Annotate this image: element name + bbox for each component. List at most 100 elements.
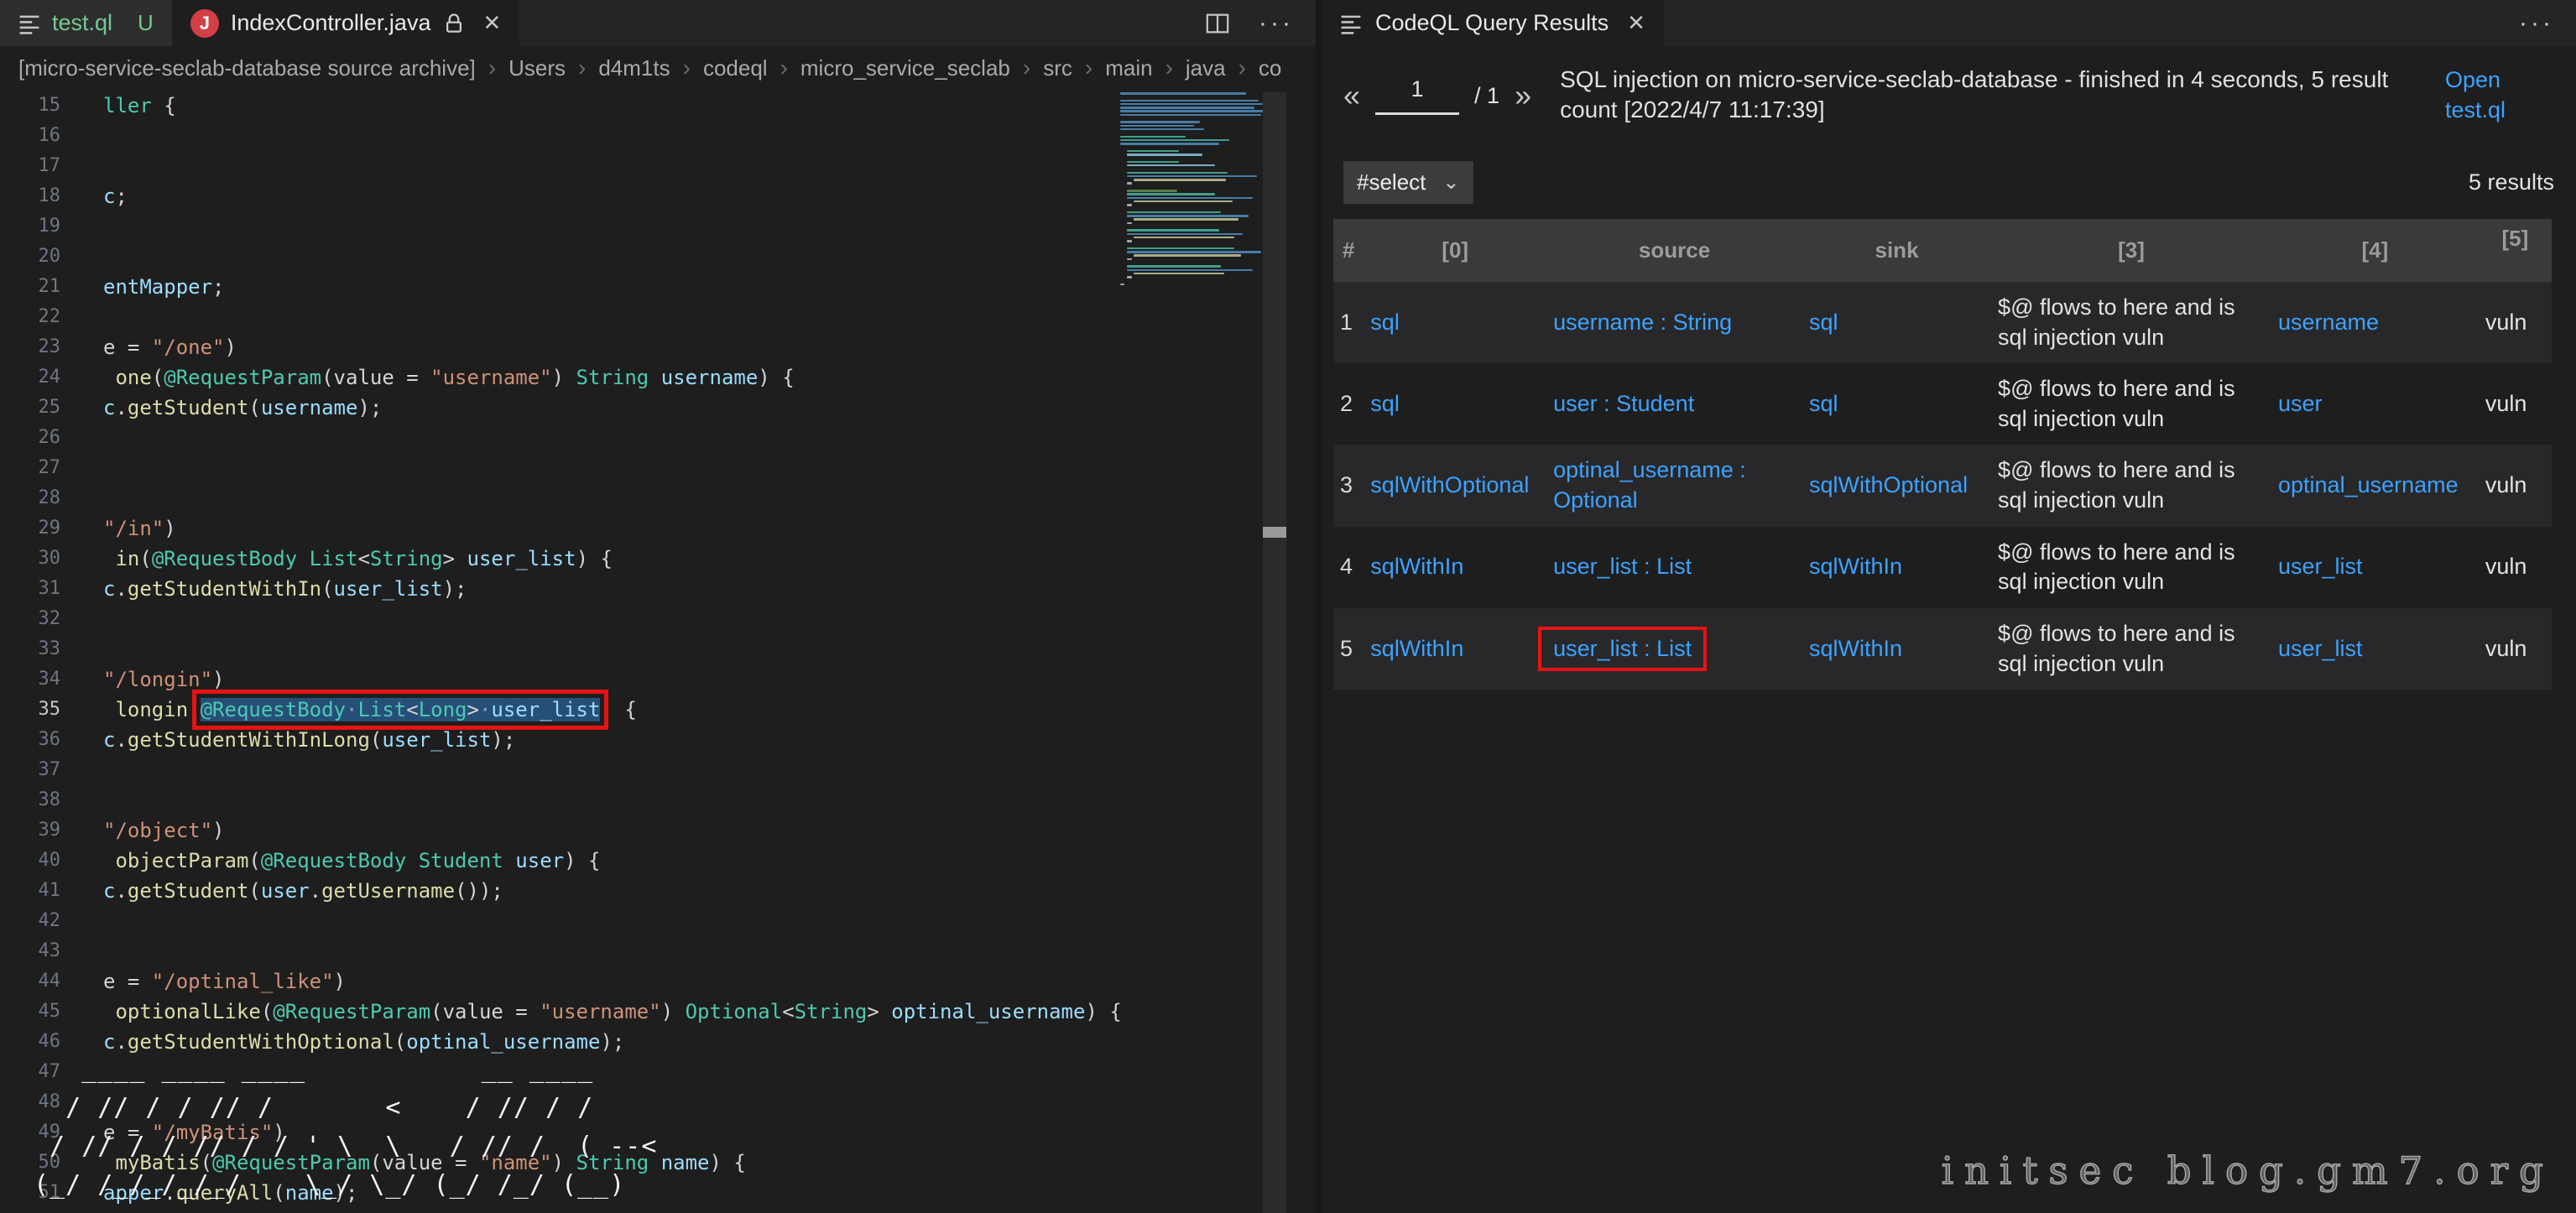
result-location-link[interactable]: username [2278,310,2379,335]
code-token: String [576,1151,649,1174]
minimap-line [1127,233,1243,236]
result-location-link[interactable]: sql [1370,310,1400,335]
tab-test-ql[interactable]: test.ql U [0,0,172,46]
tab-codeql-query-results[interactable]: CodeQL Query Results ✕ [1322,0,1664,46]
open-test-ql-link[interactable]: Open test.ql [2445,65,2554,126]
code-line: 46c.getStudentWithOptional(optinal_usern… [0,1027,1316,1057]
code-token: ); [600,1030,624,1054]
code-token: Long [419,698,467,721]
code-token: ; [212,275,224,299]
breadcrumb-separator-icon: › [488,55,496,81]
code-line: 41c.getStudent(user.getUsername()); [0,876,1316,906]
code-token: @RequestBody [201,698,346,721]
result-location-link[interactable]: user : Student [1553,391,1694,416]
code-token: ); [357,396,382,419]
row-number: 3 [1340,472,1353,497]
code-token: optionalLike [103,1000,261,1023]
code-line: 16 [0,121,1316,151]
code-token: ) [334,970,346,993]
code-token: value = [382,1151,479,1174]
minimap-line [1127,215,1249,217]
code-token: value = [443,1000,540,1023]
code-editor[interactable]: 15ller {161718c;192021entMapper;2223e = … [0,91,1316,1208]
result-location-link[interactable]: sql [1370,391,1400,416]
code-token: ) { [1085,1000,1121,1023]
breadcrumb-item[interactable]: Users [508,55,566,81]
result-location-link[interactable]: sqlWithOptional [1370,472,1529,497]
minimap-line [1127,269,1253,272]
minimap-line [1134,273,1224,275]
breadcrumb-separator-icon: › [1165,55,1173,81]
code-token: "/one" [152,336,225,359]
list-icon [1340,13,1362,34]
breadcrumb-item[interactable]: co [1259,55,1281,81]
minimap-line [1134,179,1226,181]
result-location-link[interactable]: user [2278,391,2323,416]
code-token: ); [443,577,467,601]
code-token: . [115,577,127,601]
tab-label: IndexController.java [231,10,431,36]
code-token: value = [334,366,431,389]
result-location-link[interactable]: sql [1809,310,1838,335]
more-actions-icon[interactable]: ··· [1259,9,1294,38]
code-token: queryAll [176,1181,274,1205]
close-icon[interactable]: ✕ [482,10,501,36]
close-icon[interactable]: ✕ [1627,10,1645,36]
result-location-link[interactable]: optinal_username : Optional [1553,457,1746,513]
table-row: 3 sqlWithOptional optinal_username : Optio… [1333,445,2552,526]
code-token: getUsername [321,879,455,903]
minimap-line [1127,251,1261,253]
code-token: "/optinal_like" [152,970,334,993]
breadcrumb-item[interactable]: micro_service_seclab [800,55,1010,81]
row-number: 1 [1340,310,1353,335]
page-number-input[interactable]: 1 [1375,76,1459,115]
breadcrumb: [micro-service-seclab-database source ar… [0,46,1316,90]
code-token: ) [225,336,237,359]
next-page-button[interactable]: » [1515,81,1531,111]
result-location-link[interactable]: user_list [2278,636,2363,661]
result-location-link[interactable]: user_list : List [1553,636,1692,661]
result-location-link[interactable]: sqlWithIn [1809,636,1902,661]
result-location-link[interactable]: optinal_username [2278,472,2459,497]
result-location-link[interactable]: sqlWithIn [1809,554,1902,579]
result-location-link[interactable]: sql [1809,391,1838,416]
code-token: user_list [467,547,576,570]
minimap-line [1127,182,1132,185]
code-token: List [310,547,358,570]
prev-page-button[interactable]: « [1343,81,1360,111]
breadcrumb-item[interactable]: [micro-service-seclab-database source ar… [18,55,476,81]
code-token: "username" [540,1000,661,1023]
column-header: [3] [1991,219,2271,282]
result-location-link[interactable]: user_list [2278,554,2363,579]
panel-resize-sash[interactable] [1316,0,1322,1213]
line-number: 47 [0,1057,60,1087]
breadcrumb-item[interactable]: main [1105,55,1152,81]
code-line: 51apper.queryAll(name); [0,1178,1316,1208]
line-number: 20 [0,242,60,272]
tab-indexcontroller-java[interactable]: J IndexController.java ✕ [172,0,519,46]
editor-scrollbar[interactable] [1263,92,1286,1213]
code-token: entMapper [103,275,212,299]
result-location-link[interactable]: sqlWithOptional [1809,472,1968,497]
result-location-link[interactable]: sqlWithIn [1370,636,1463,661]
table-row: 1sqlusername : Stringsql$@ flows to here… [1333,282,2552,363]
code-line: 22 [0,302,1316,332]
result-location-link[interactable]: user_list : List [1553,554,1692,579]
line-number: 40 [0,846,60,876]
select-dropdown[interactable]: #select ⌄ [1343,161,1473,204]
breadcrumb-item[interactable]: d4m1ts [598,55,670,81]
code-token: @RequestBody [152,547,297,570]
split-editor-icon[interactable] [1205,11,1230,36]
code-token: String [370,547,443,570]
code-token: ( [248,396,260,419]
result-location-link[interactable]: username : String [1553,310,1732,335]
column-header: [0] [1364,219,1546,282]
result-location-link[interactable]: sqlWithIn [1370,554,1463,579]
java-file-icon: J [190,9,219,38]
minimap[interactable] [1120,92,1261,287]
breadcrumb-item[interactable]: java [1186,55,1226,81]
code-token: ) [552,366,576,389]
breadcrumb-item[interactable]: codeql [703,55,768,81]
breadcrumb-item[interactable]: src [1043,55,1072,81]
more-actions-icon[interactable]: ··· [2519,9,2554,38]
